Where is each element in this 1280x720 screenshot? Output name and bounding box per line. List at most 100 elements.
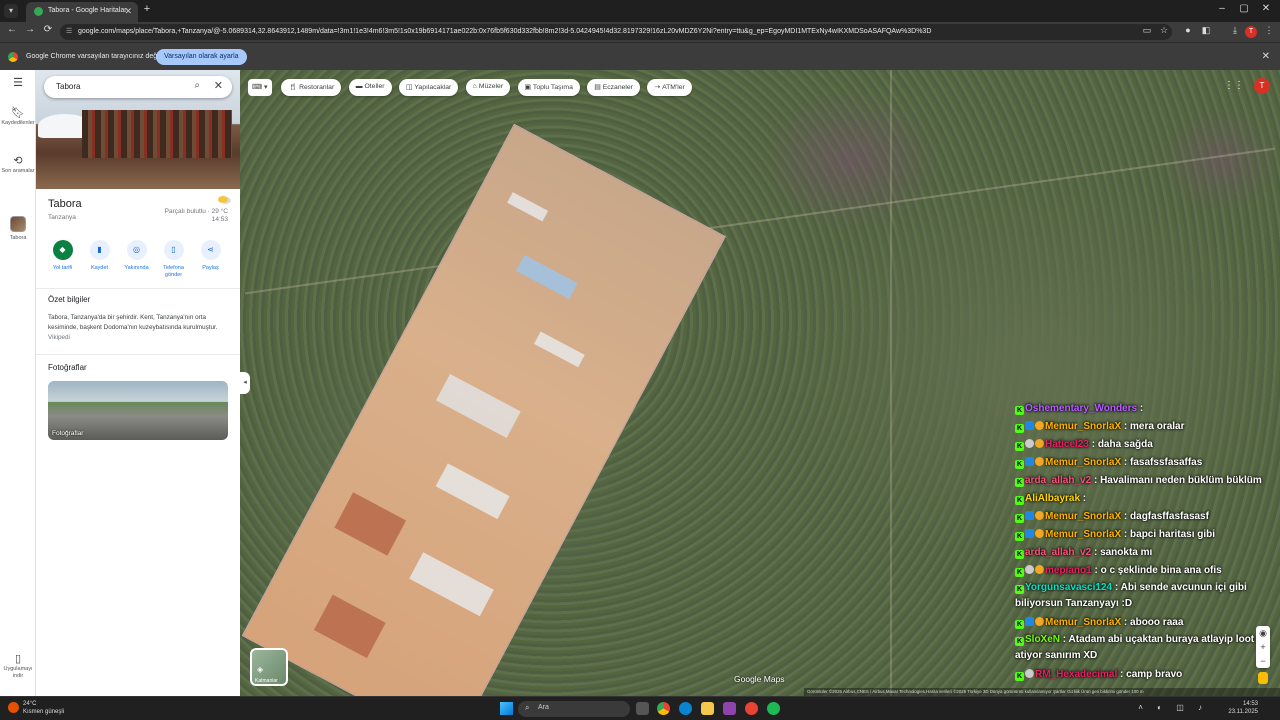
profile-avatar[interactable]: T [1245,26,1257,38]
kick-badge-icon: K [1015,496,1024,505]
site-info-icon[interactable]: ☰ [66,27,72,35]
chip-pharmacies[interactable]: ▤ Eczaneler [587,79,640,96]
number-badge-icon [1035,565,1044,574]
maximize-button[interactable]: ▢ [1234,3,1254,14]
reload-button[interactable]: ⟳ [41,24,55,35]
file-explorer-icon[interactable] [701,702,714,715]
chat-separator: : [1091,547,1101,558]
number-badge-icon [1035,439,1044,448]
wikipedia-link[interactable]: Vikipedi [48,334,70,341]
chat-message: Karda_allah_v2 : Havalimanı neden büklüm… [1015,472,1277,490]
edge-taskbar-icon[interactable] [679,702,692,715]
downloads-icon[interactable]: ⤓ [1228,25,1242,36]
divider [36,354,240,355]
chat-username[interactable]: Haticel23 [1045,439,1089,450]
clear-search-icon[interactable]: ✕ [214,79,223,92]
recent-searches-button[interactable]: ⟲ Son aramalar [0,156,36,175]
zoom-in-button[interactable]: + [1256,640,1270,654]
chat-username[interactable]: AliAlbayrak [1025,493,1080,504]
tab-search-button[interactable]: ▾ [4,4,18,18]
chat-username[interactable]: mepiano1 [1045,565,1092,576]
subscriber-badge-icon [1025,511,1034,520]
layers-button[interactable]: ◈ Katmanlar [250,648,288,686]
new-tab-button[interactable]: + [140,3,154,15]
puzzle-icon[interactable]: ◧ [1199,25,1213,36]
chat-username[interactable]: arda_allah_v2 [1025,475,1091,486]
download-app-button[interactable]: ▯ Uygulamayı indir [0,654,36,680]
pegman-icon[interactable] [1258,672,1268,684]
chat-username[interactable]: arda_allah_v2 [1025,547,1091,558]
kick-badge-icon: K [1015,550,1024,559]
close-window-button[interactable]: ✕ [1256,3,1276,14]
start-button[interactable] [500,702,513,715]
taskbar-search[interactable]: ⌕ Ara [518,701,630,717]
chat-username[interactable]: Yorgunsavasci124 [1025,582,1112,593]
close-tab-icon[interactable]: ✕ [124,6,132,17]
satellite-map[interactable]: ⌨ ▾ 🍴︎ Restoranlar ▬ Oteller ◫ Yapılacaklar… [240,70,1280,696]
chip-transit[interactable]: ▣ Toplu Taşıma [517,79,580,96]
recent-place-tabora[interactable]: Tabora [0,216,36,242]
back-button[interactable]: ← [5,24,19,35]
chrome-taskbar-icon[interactable] [657,702,670,715]
chat-username[interactable]: Memur_SnorlaX [1045,529,1121,540]
spotify-taskbar-icon[interactable] [767,702,780,715]
taskbar-search-placeholder: Ara [538,704,549,711]
chip-atms[interactable]: ⇢ ATM'ler [647,79,692,96]
minimize-button[interactable]: – [1212,3,1232,14]
chrome-menu-icon[interactable]: ⋮ [1262,25,1276,36]
browser-tab[interactable]: Tabora - Google Haritalar ✕ [26,2,138,22]
system-tray[interactable]: ˄ ◐ ◫ ♪ [1138,703,1208,712]
tent-rows [409,552,494,617]
search-box[interactable]: Tabora ⌕ ✕ [44,76,232,98]
send-to-phone-button[interactable]: ▯ Telefona gönder [155,240,192,279]
extension-icon[interactable]: ● [1181,25,1195,35]
building [507,192,549,222]
forward-button[interactable]: → [23,24,37,35]
chip-label: Restoranlar [299,84,335,91]
chip-hotels[interactable]: ▬ Oteller [348,79,392,96]
share-button[interactable]: ⋖ Paylaş [192,240,229,272]
search-input[interactable]: Tabora [56,82,80,91]
default-browser-infobar: Google Chrome varsayılan tarayıcınız değ… [0,42,1280,70]
chat-message: K SloXeN : Atadam abi uçaktan buraya atla… [1015,632,1277,666]
chrome-profile-taskbar-icon[interactable] [745,702,758,715]
collapse-panel-button[interactable]: ◂ [240,372,250,394]
dismiss-infobar-icon[interactable]: ✕ [1262,51,1270,62]
nearby-button[interactable]: ◎ Yakınında [118,240,155,272]
place-title: Tabora [48,198,82,210]
google-apps-icon[interactable]: ⋮⋮ [1224,80,1244,91]
chat-username[interactable]: SloXeN [1025,634,1060,645]
search-icon[interactable]: ⌕ [194,80,200,91]
taskbar-clock[interactable]: 14:53 23.11.2025 [1228,700,1258,716]
chip-restaurants[interactable]: 🍴︎ Restoranlar [281,79,342,96]
save-button[interactable]: ▮ Kaydet [81,240,118,272]
address-bar[interactable]: ☰ google.com/maps/place/Tabora,+Tanzanya… [60,24,1172,40]
saved-button[interactable]: 🔖︎ Kaydedilenler [0,108,36,127]
bookmark-star-icon[interactable]: ☆ [1157,25,1171,36]
task-view-icon[interactable] [636,702,649,715]
directions-button[interactable]: ◆ Yol tarifi [44,240,81,272]
chat-username[interactable]: Memur_SnorlaX [1045,511,1121,522]
set-default-button[interactable]: Varsayılan olarak ayarla [156,49,247,65]
my-location-icon[interactable]: ◉ [1256,626,1270,640]
chat-username[interactable]: Memur_SnorlaX [1045,421,1121,432]
photos-thumbnail[interactable]: Fotoğraflar [48,381,228,440]
circle-badge-icon [1025,669,1034,678]
app-taskbar-icon[interactable] [723,702,736,715]
taskbar-weather[interactable]: 24°C Kısmen güneşli [8,700,64,716]
map-attribution: Görüntüler ©2025 Airbus,CNES / Airbus,Ma… [804,688,1280,696]
chat-username[interactable]: RM_Hexadecimal [1035,669,1117,680]
menu-button[interactable]: ☰ [0,78,36,90]
chat-username[interactable]: Memur_SnorlaX [1045,457,1121,468]
chat-username[interactable]: Memur_SnorlaX [1045,617,1121,628]
chip-museums[interactable]: ⌂ Müzeler [465,79,511,96]
action-label: Yakınında [124,265,149,271]
transit-icon: ▣ [524,84,531,91]
zoom-out-button[interactable]: − [1256,654,1270,668]
chat-separator: : [1121,457,1131,468]
keyboard-toggle[interactable]: ⌨ ▾ [248,79,272,96]
cast-icon[interactable]: ▭ [1140,25,1154,36]
account-avatar[interactable]: T [1254,78,1270,94]
chip-things-to-do[interactable]: ◫ Yapılacaklar [398,79,459,96]
chat-username[interactable]: Oshementary_Wonders [1025,403,1137,414]
